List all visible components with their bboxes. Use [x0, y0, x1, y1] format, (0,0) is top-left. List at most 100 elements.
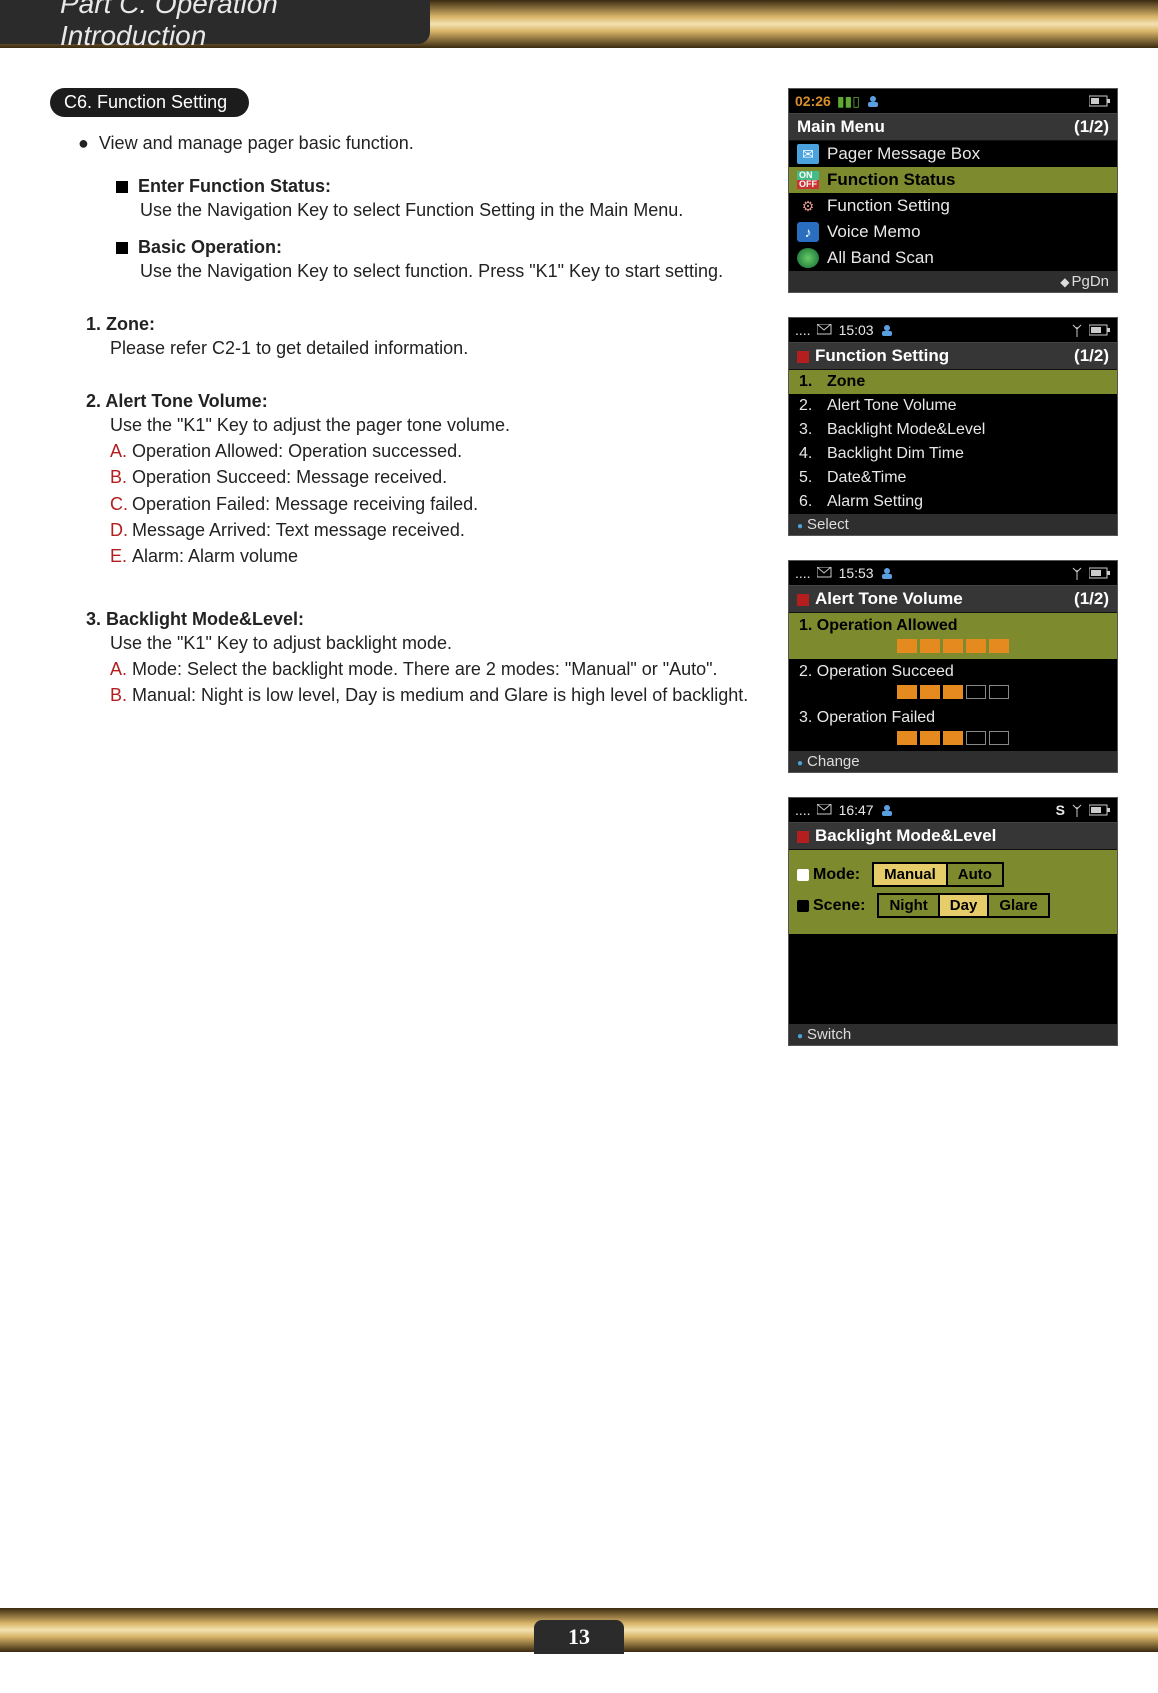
status-bar: 02:26 ▮▮▯ — [789, 89, 1117, 113]
item2-intro: Use the "K1" Key to adjust the pager ton… — [110, 412, 758, 438]
foot-bar: PgDn — [789, 271, 1117, 292]
menu-label: Voice Memo — [827, 222, 921, 242]
fs-row-backlight-dim-time[interactable]: 4. Backlight Dim Time — [789, 442, 1117, 466]
menu-row-pager-message-box[interactable]: ✉ Pager Message Box — [789, 141, 1117, 167]
volume-indicator — [799, 731, 1107, 745]
scene-options[interactable]: Night Day Glare — [877, 893, 1049, 918]
red-square-icon — [797, 831, 809, 843]
status-bar: .... 15:03 — [789, 318, 1117, 342]
sub-letter: B. — [110, 464, 132, 490]
mode-options[interactable]: Manual Auto — [872, 862, 1004, 887]
square-item: Basic Operation: Use the Navigation Key … — [116, 237, 758, 284]
menu-row-function-setting[interactable]: ⚙ Function Setting — [789, 193, 1117, 219]
change-label[interactable]: Change — [797, 753, 860, 770]
menu-label: Pager Message Box — [827, 144, 980, 164]
sub-text: Operation Succeed: Message received. — [132, 467, 447, 487]
person-icon — [880, 323, 894, 337]
fs-row-zone[interactable]: 1. Zone — [789, 370, 1117, 394]
square-item: Enter Function Status: Use the Navigatio… — [116, 176, 758, 223]
item2-body: Use the "K1" Key to adjust the pager ton… — [110, 412, 758, 569]
atv-label: 3. Operation Failed — [799, 709, 935, 726]
atv-label: 1. Operation Allowed — [799, 617, 958, 634]
screen-title: Function Setting — [815, 346, 949, 365]
mode-label: Mode: — [813, 866, 860, 884]
menu-label: Function Setting — [827, 196, 950, 216]
scan-icon — [797, 248, 819, 268]
person-icon — [866, 94, 880, 108]
row-num: 5. — [799, 469, 817, 487]
menu-row-all-band-scan[interactable]: All Band Scan — [789, 245, 1117, 271]
atv-row-operation-allowed[interactable]: 1. Operation Allowed — [789, 613, 1117, 659]
screen-title: Main Menu — [797, 117, 885, 137]
square-desc: Use the Navigation Key to select Functio… — [140, 197, 758, 223]
atv-row-operation-succeed[interactable]: 2. Operation Succeed — [789, 659, 1117, 705]
menu-row-voice-memo[interactable]: ♪ Voice Memo — [789, 219, 1117, 245]
row-label: Zone — [827, 373, 865, 391]
clock: 16:47 — [839, 802, 874, 818]
title-bar: Backlight Mode&Level — [789, 822, 1117, 850]
pager-icon: ✉ — [797, 144, 819, 164]
row-label: Backlight Mode&Level — [827, 421, 985, 439]
screenshot-backlight-mode-level: .... 16:47 S Backlight Mode&Level — [788, 797, 1118, 1046]
menu-row-function-status[interactable]: ONOFF Function Status — [789, 167, 1117, 193]
fs-row-alarm-setting[interactable]: 6.Alarm Setting — [789, 490, 1117, 514]
intro-text: View and manage pager basic function. — [99, 133, 414, 154]
sub-letter: E. — [110, 543, 132, 569]
sub-text: Manual: Night is low level, Day is mediu… — [132, 685, 748, 705]
square-icon — [116, 242, 128, 254]
message-icon — [817, 804, 833, 816]
row-num: 2. — [799, 397, 817, 415]
sub-text: Message Arrived: Text message received. — [132, 520, 465, 540]
row-num: 1. — [799, 373, 817, 391]
pgdn-label[interactable]: PgDn — [1060, 273, 1109, 290]
row-num: 3. — [799, 421, 817, 439]
sub-letter: D. — [110, 517, 132, 543]
sub-letter: B. — [110, 682, 132, 708]
fs-row-date-time[interactable]: 5. Date&Time — [789, 466, 1117, 490]
select-label[interactable]: Select — [797, 516, 849, 533]
square-label: Basic Operation: — [138, 237, 282, 257]
menu-label: Function Status — [827, 170, 955, 190]
dots-icon: .... — [795, 802, 811, 818]
row-num: 4. — [799, 445, 817, 463]
intro-bullet: ● View and manage pager basic function. — [78, 133, 758, 154]
black-square-icon — [797, 900, 809, 912]
row-label: Backlight Dim Time — [827, 445, 964, 463]
scene-opt-glare[interactable]: Glare — [987, 895, 1047, 916]
atv-row-operation-failed[interactable]: 3. Operation Failed — [789, 705, 1117, 751]
sub-letter: A. — [110, 438, 132, 464]
screenshot-function-setting: .... 15:03 Function Setting (1/2) 1.Zone — [788, 317, 1118, 536]
battery-icon — [1089, 95, 1111, 107]
red-square-icon — [797, 594, 809, 606]
fs-row-backlight-mode-level[interactable]: 3. Backlight Mode&Level — [789, 418, 1117, 442]
item1-heading: 1. Zone: — [86, 314, 758, 335]
scene-opt-night[interactable]: Night — [879, 895, 937, 916]
menu-label: All Band Scan — [827, 248, 934, 268]
antenna-icon — [1071, 323, 1083, 337]
voice-icon: ♪ — [797, 222, 819, 242]
red-square-icon — [797, 351, 809, 363]
battery-icon — [1089, 324, 1111, 336]
screen-page: (1/2) — [1074, 117, 1109, 137]
row-label: Date&Time — [827, 469, 906, 487]
foot-bar: Change — [789, 751, 1117, 772]
item2-heading: 2. Alert Tone Volume: — [86, 391, 758, 412]
item3-intro: Use the "K1" Key to adjust backlight mod… — [110, 630, 758, 656]
mode-opt-manual[interactable]: Manual — [874, 864, 946, 885]
section-tag: C6. Function Setting — [50, 88, 249, 117]
onoff-icon: ONOFF — [797, 170, 819, 190]
mode-opt-auto[interactable]: Auto — [946, 864, 1002, 885]
gear-icon: ⚙ — [797, 196, 819, 216]
sub-letter: C. — [110, 491, 132, 517]
sub-text: Operation Allowed: Operation successed. — [132, 441, 462, 461]
top-banner: Part C. Operation Introduction — [0, 0, 1158, 48]
scene-opt-day[interactable]: Day — [938, 895, 988, 916]
row-label: Alert Tone Volume — [827, 397, 957, 415]
sub-text: Alarm: Alarm volume — [132, 546, 298, 566]
fs-row-alert-tone[interactable]: 2. Alert Tone Volume — [789, 394, 1117, 418]
scene-label: Scene: — [813, 897, 865, 915]
message-icon — [817, 324, 833, 336]
sub-text: Mode: Select the backlight mode. There a… — [132, 659, 718, 679]
switch-label[interactable]: Switch — [797, 1026, 851, 1043]
foot-bar: Select — [789, 514, 1117, 535]
